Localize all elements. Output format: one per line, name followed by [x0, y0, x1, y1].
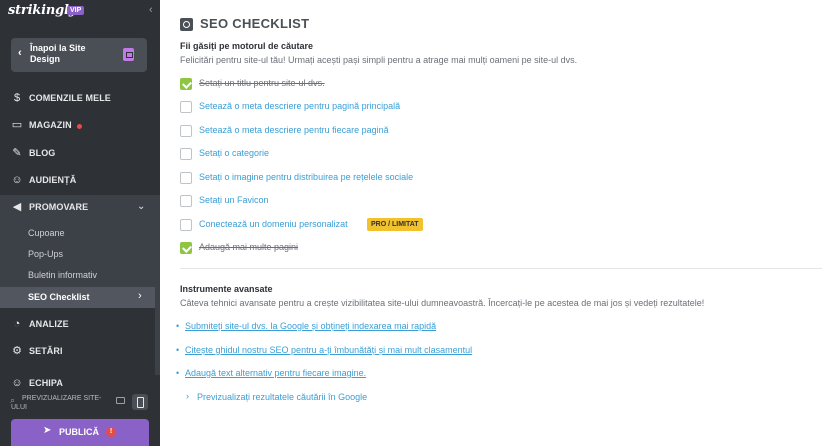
checklist-item[interactable]: Setați o categorie	[180, 147, 800, 161]
sidebar-item-settings[interactable]: ⚙ SETĂRI	[0, 339, 160, 365]
checkbox-checked[interactable]	[180, 78, 192, 90]
sidebar-item-orders[interactable]: $ COMENZILE MELE	[0, 86, 160, 112]
checklist-item[interactable]: Conectează un domeniu personalizat PRO /…	[180, 218, 800, 232]
checkbox[interactable]	[180, 125, 192, 137]
section-description-search-engine: Felicitări pentru site-ul tău! Urmați ac…	[180, 55, 578, 65]
rocket-icon: ➤	[43, 425, 52, 436]
mobile-preview-icon[interactable]	[132, 394, 148, 410]
vip-badge: VIP	[67, 6, 85, 15]
sidebar-item-label: ANALIZE	[29, 319, 69, 329]
checklist-item-link[interactable]: Setează o meta descriere pentru pagină p…	[199, 101, 400, 111]
chevron-right-icon: ›	[138, 290, 142, 302]
preview-search-results-link[interactable]: Previzualizați rezultatele căutării în G…	[197, 392, 367, 402]
sidebar-item-promotion[interactable]: ◀ PROMOVARE ⌄	[0, 195, 160, 221]
section-heading-search-engine: Fii găsiți pe motorul de căutare	[180, 41, 314, 51]
checkbox[interactable]	[180, 101, 192, 113]
sidebar-subitem-seo-checklist[interactable]: SEO Checklist ›	[0, 287, 155, 308]
checkbox[interactable]	[180, 195, 192, 207]
tool-link-seo-guide[interactable]: Citește ghidul nostru SEO pentru a-ți îm…	[176, 345, 472, 355]
tool-link-alt-text[interactable]: Adaugă text alternativ pentru fiecare im…	[176, 368, 366, 378]
checkbox[interactable]	[180, 172, 192, 184]
checklist-item[interactable]: Setează o meta descriere pentru pagină p…	[180, 100, 800, 114]
chevron-left-icon: ‹	[18, 47, 22, 59]
sidebar-item-audience[interactable]: ☺ AUDIENȚĂ	[0, 168, 160, 194]
megaphone-icon: ◀	[12, 201, 22, 213]
checklist-item-link[interactable]: Setați o imagine pentru distribuirea pe …	[199, 172, 413, 182]
checklist-item-label: Setați un titlu pentru site-ul dvs.	[199, 78, 325, 88]
sidebar-item-label: BLOG	[29, 148, 56, 158]
preview-site-label: PREVIZUALIZARE SITE-ULUI	[11, 395, 102, 411]
checklist-item[interactable]: Setați o imagine pentru distribuirea pe …	[180, 171, 800, 185]
checkbox-checked[interactable]	[180, 242, 192, 254]
dollar-icon: $	[13, 92, 21, 104]
team-icon: ☺	[11, 377, 23, 389]
checkbox[interactable]	[180, 148, 192, 160]
checklist-item-link[interactable]: Setați un Favicon	[199, 195, 269, 205]
sidebar-item-blog[interactable]: ✎ BLOG	[0, 141, 160, 167]
publish-button[interactable]: ➤ PUBLICĂ !	[11, 419, 149, 446]
gear-icon: ⚙	[12, 345, 22, 357]
checklist-item-link[interactable]: Setați o categorie	[199, 148, 269, 158]
notification-dot	[77, 124, 82, 129]
checklist-item[interactable]: Setează o meta descriere pentru fiecare …	[180, 124, 800, 138]
checklist-item-link[interactable]: Conectează un domeniu personalizat	[199, 219, 348, 229]
store-icon: ▭	[11, 119, 23, 131]
checklist-item-link[interactable]: Setează o meta descriere pentru fiecare …	[199, 125, 389, 135]
section-description-advanced-tools: Câteva tehnici avansate pentru a crește …	[180, 298, 705, 308]
warning-icon: !	[106, 427, 116, 437]
logo-row: strikingly VIP ‹	[0, 0, 160, 26]
page-title: SEO CHECKLIST	[200, 16, 310, 31]
sidebar-item-label: ECHIPA	[29, 378, 63, 388]
sidebar-item-label: AUDIENȚĂ	[29, 175, 77, 185]
strikingly-logo[interactable]: strikingly	[8, 3, 76, 18]
sidebar-subitem-newsletter[interactable]: Buletin informativ	[28, 270, 97, 280]
seo-search-icon	[180, 18, 193, 31]
sidebar-item-store[interactable]: ▭ MAGAZIN	[0, 113, 160, 139]
section-heading-advanced-tools: Instrumente avansate	[180, 284, 273, 294]
checklist-item[interactable]: Setați un titlu pentru site-ul dvs.	[180, 77, 800, 91]
people-icon: ☺	[11, 174, 23, 186]
section-divider	[180, 268, 822, 269]
chevron-down-icon: ⌄	[137, 201, 146, 212]
pro-limited-badge: PRO / LIMITAT	[367, 218, 423, 231]
publish-label: PUBLICĂ	[59, 427, 99, 437]
back-button-label: Înapoi la Site Design	[30, 43, 86, 64]
sidebar-item-label: PROMOVARE	[29, 202, 89, 212]
site-preview-bar: ⌕ PREVIZUALIZARE SITE-ULUI	[0, 391, 160, 415]
checklist-item-label: Adaugă mai multe pagini	[199, 242, 299, 252]
chevron-right-icon: ›	[186, 391, 189, 401]
checklist-item[interactable]: Setați un Favicon	[180, 194, 800, 208]
sidebar-item-label: SETĂRI	[29, 346, 63, 356]
sidebar-subitem-popups[interactable]: Pop-Ups	[28, 249, 63, 259]
main-panel: SEO CHECKLIST Fii găsiți pe motorul de c…	[160, 0, 822, 446]
checklist-item[interactable]: Adaugă mai multe pagini	[180, 241, 800, 255]
site-design-icon	[123, 48, 134, 61]
sidebar-subitem-coupons[interactable]: Cupoane	[28, 228, 65, 238]
checkbox[interactable]	[180, 219, 192, 231]
back-to-site-design-button[interactable]: ‹ Înapoi la Site Design	[11, 38, 147, 72]
desktop-preview-icon[interactable]	[116, 397, 125, 404]
chart-icon: ◔	[13, 318, 21, 330]
tool-link-submit-google[interactable]: Submiteți site-ul dvs. la Google și obți…	[176, 321, 436, 331]
sidebar-subitem-label: SEO Checklist	[28, 292, 90, 302]
pen-icon: ✎	[12, 147, 22, 159]
sidebar: strikingly VIP ‹ ‹ Înapoi la Site Design…	[0, 0, 160, 446]
sidebar-item-analytics[interactable]: ◔ ANALIZE	[0, 312, 160, 338]
sidebar-item-label: MAGAZIN	[29, 120, 72, 130]
collapse-sidebar-icon[interactable]: ‹	[149, 4, 153, 16]
sidebar-item-label: COMENZILE MELE	[29, 93, 111, 103]
